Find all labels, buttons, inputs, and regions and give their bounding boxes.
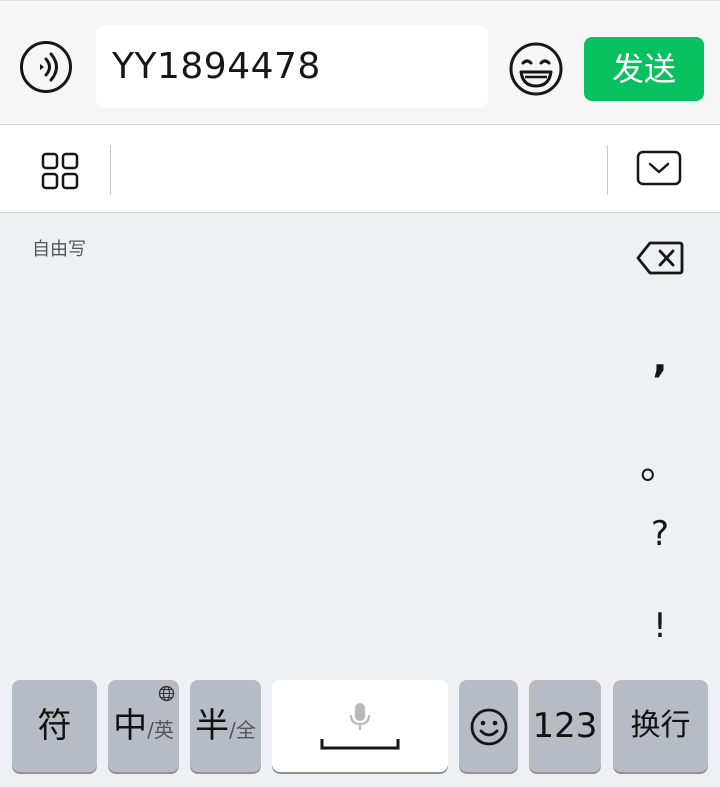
backspace-icon bbox=[636, 241, 684, 275]
punctuation-question-key[interactable]: ? bbox=[630, 514, 690, 554]
punctuation-comma-key[interactable]: , bbox=[630, 336, 690, 382]
space-key[interactable] bbox=[272, 680, 448, 772]
handwriting-mode-label: 自由写 bbox=[32, 239, 86, 260]
key-main-label: 半 bbox=[195, 706, 230, 746]
keyboard-toolbar bbox=[0, 124, 720, 213]
chinese-english-toggle-key[interactable]: 中/英 bbox=[108, 680, 179, 772]
half-full-width-toggle-key[interactable]: 半/全 bbox=[190, 680, 261, 772]
message-input[interactable]: YY1894478 bbox=[96, 25, 488, 108]
microphone-icon bbox=[349, 703, 371, 730]
smile-icon bbox=[470, 708, 508, 746]
toolbar-divider bbox=[607, 145, 608, 195]
delete-button[interactable] bbox=[636, 240, 684, 276]
symbol-key[interactable]: 符 bbox=[12, 680, 97, 772]
toolbar-divider bbox=[110, 145, 111, 195]
punctuation-period-key[interactable]: 。 bbox=[630, 432, 690, 490]
globe-icon bbox=[158, 685, 175, 702]
send-button[interactable]: 发送 bbox=[584, 37, 704, 101]
apps-grid-button[interactable] bbox=[40, 151, 80, 191]
keyboard-collapse-button[interactable] bbox=[636, 150, 682, 188]
key-sub-label: /英 bbox=[147, 718, 174, 742]
key-main-label: 中 bbox=[113, 706, 148, 746]
emoji-key[interactable] bbox=[459, 680, 518, 772]
punctuation-exclamation-key[interactable]: ! bbox=[630, 606, 690, 646]
apps-grid-icon bbox=[41, 152, 79, 190]
chat-input-bar: YY1894478 发送 bbox=[0, 0, 720, 124]
voice-input-button[interactable] bbox=[20, 41, 72, 93]
enter-key[interactable]: 换行 bbox=[613, 680, 708, 772]
message-input-value: YY1894478 bbox=[112, 46, 321, 87]
voice-wave-icon bbox=[40, 52, 58, 82]
number-key[interactable]: 123 bbox=[529, 680, 601, 772]
emoji-face-icon bbox=[509, 42, 563, 96]
keyboard-collapse-icon bbox=[636, 150, 682, 186]
key-sub-label: /全 bbox=[229, 718, 256, 742]
space-bar-icon bbox=[320, 739, 400, 750]
emoji-button[interactable] bbox=[508, 41, 564, 97]
